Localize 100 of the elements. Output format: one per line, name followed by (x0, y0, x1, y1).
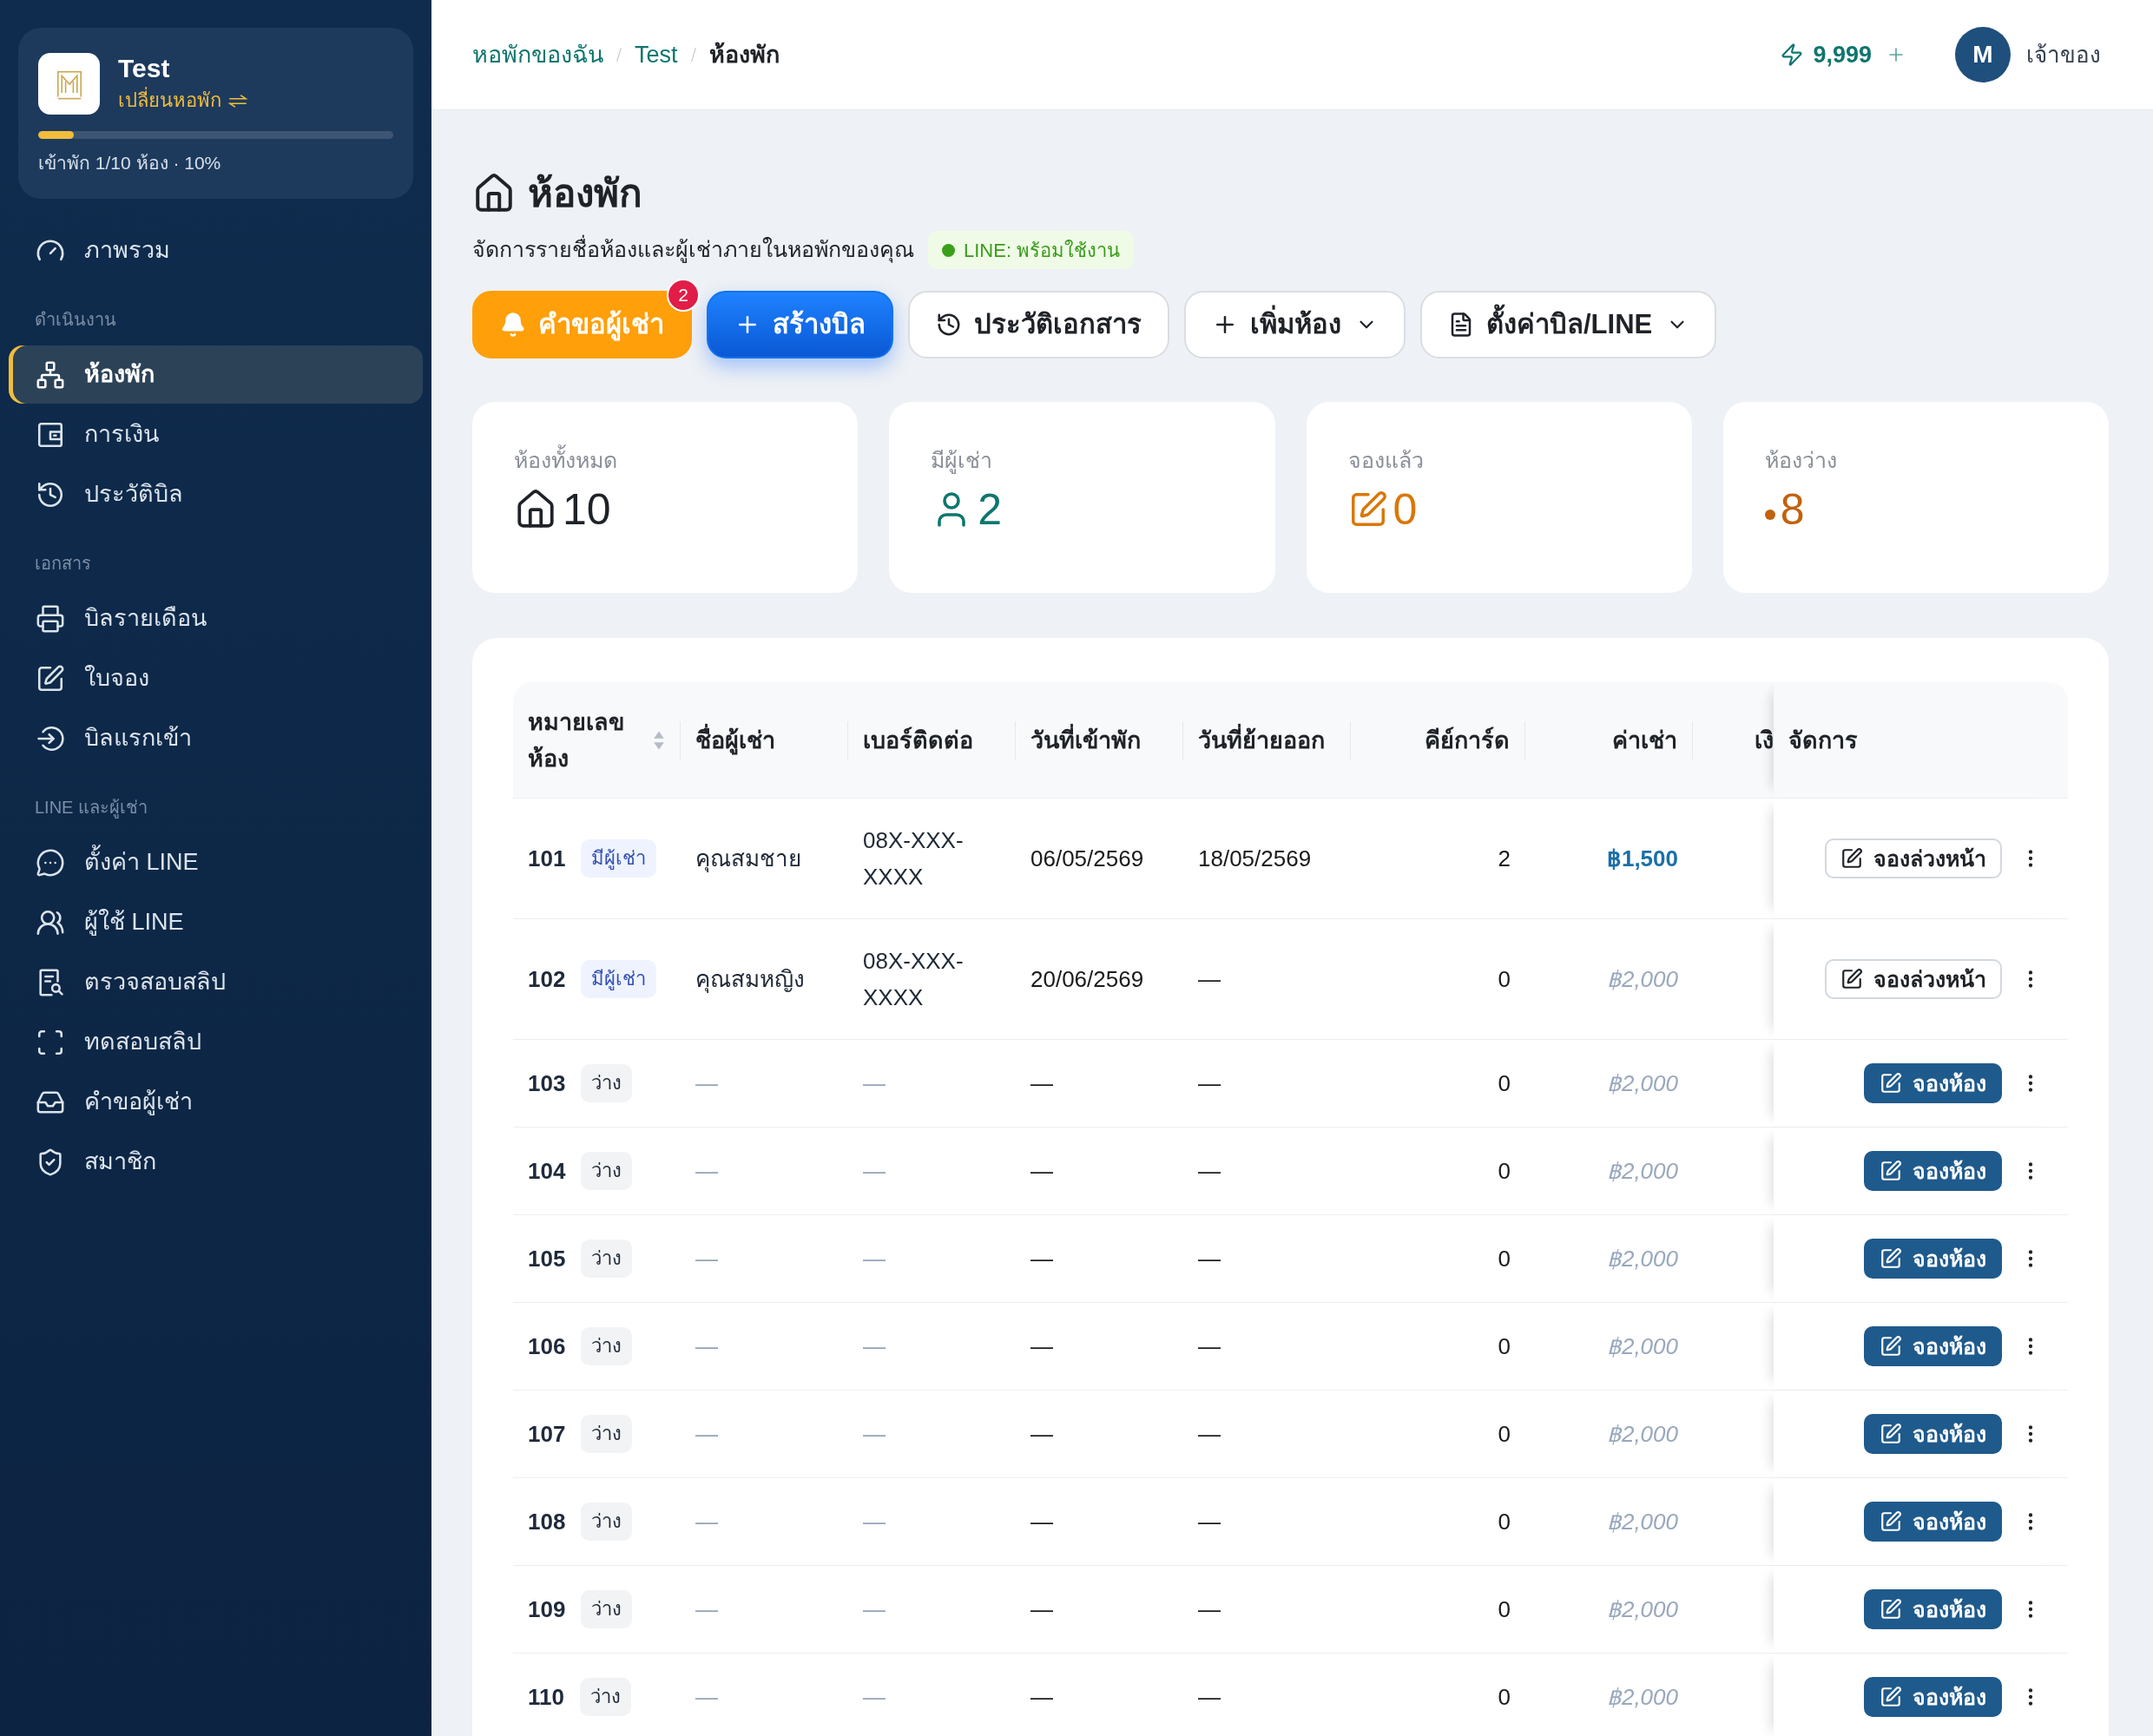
rent-amount: ฿2,000 (1606, 1420, 1678, 1449)
booking-button[interactable]: จองล่วงหน้า (1825, 959, 2002, 999)
pen-square-icon (36, 663, 65, 694)
check-in-date: 06/05/2569 (1030, 845, 1144, 873)
keycard-count: 0 (1498, 1595, 1511, 1624)
pen-square-icon (1840, 847, 1863, 870)
check-out-date: — (1198, 1157, 1221, 1186)
tenant-name: — (695, 1420, 718, 1449)
check-out-date: — (1198, 1069, 1221, 1098)
check-out-date: — (1198, 1683, 1221, 1712)
keycard-count: 2 (1498, 845, 1511, 873)
rent-amount: ฿2,000 (1606, 1157, 1678, 1186)
user-avatar[interactable]: M (1955, 27, 2011, 82)
rent-amount: ฿2,000 (1606, 1332, 1678, 1361)
line-status-badge: LINE: พร้อมใช้งาน (928, 231, 1135, 269)
nav-item[interactable]: การเงิน (9, 405, 423, 464)
nav-item[interactable]: ใบจอง (9, 649, 423, 707)
column-header: ค่าเช่า (1612, 726, 1677, 755)
stat-label: มีผู้เช่า (931, 447, 994, 476)
phone-number: — (863, 1683, 886, 1712)
phone-number: — (863, 1508, 886, 1536)
swap-icon (228, 94, 247, 108)
occupancy-text: เข้าพัก 1/10 ห้อง · 10% (38, 152, 222, 174)
history-icon (936, 312, 962, 338)
room-number: 109 (528, 1595, 566, 1624)
check-in-date: — (1030, 1420, 1053, 1449)
check-in-date: 20/06/2569 (1030, 965, 1144, 994)
room-number: 110 (528, 1683, 564, 1712)
keycard-count: 0 (1498, 1420, 1511, 1449)
keycard-count: 0 (1498, 1069, 1511, 1098)
booking-button[interactable]: จองห้อง (1864, 1151, 2002, 1191)
booking-button[interactable]: จองห้อง (1864, 1063, 2002, 1103)
status-tag: ว่าง (581, 1240, 633, 1278)
status-tag: ว่าง (579, 1678, 631, 1716)
check-out-date: — (1198, 1595, 1221, 1624)
stat-value: 8 (1780, 487, 1805, 532)
switch-property-link[interactable]: เปลี่ยนหอพัก (118, 86, 247, 115)
stat-label: จองแล้ว (1347, 447, 1425, 474)
status-tag: ว่าง (581, 1327, 633, 1365)
tenant-name: — (695, 1595, 718, 1624)
nav-item[interactable]: ผู้ใช้ LINE (9, 893, 423, 951)
property-name: Test (118, 53, 171, 84)
room-number: 101 (528, 845, 566, 873)
pen-square-icon (1880, 1247, 1902, 1270)
booking-button[interactable]: จองห้อง (1864, 1239, 2002, 1279)
check-in-date: — (1030, 1683, 1053, 1712)
keycard-count: 0 (1498, 1508, 1511, 1536)
status-tag: ว่าง (581, 1064, 633, 1102)
tenant-name: — (695, 1157, 718, 1186)
booking-button[interactable]: จองห้อง (1864, 1502, 2002, 1542)
toolbar-button[interactable]: ตั้งค่าบิล/LINE (1420, 291, 1717, 358)
status-tag: มีผู้เช่า (581, 960, 657, 998)
toolbar-button[interactable]: ประวัติเอกสาร (908, 291, 1169, 358)
rent-amount: ฿1,500 (1606, 845, 1678, 873)
check-out-date: — (1198, 1508, 1221, 1536)
breadcrumb-link[interactable]: Test (635, 36, 678, 73)
pen-square-icon (1880, 1160, 1902, 1182)
check-out-date: — (1198, 1332, 1221, 1361)
status-tag: ว่าง (581, 1503, 633, 1541)
nav-item[interactable]: ภาพรวม (9, 221, 423, 279)
status-tag: ว่าง (581, 1152, 633, 1190)
rent-amount: ฿2,000 (1606, 1683, 1678, 1712)
check-in-date: — (1030, 1508, 1053, 1536)
bell-icon (500, 312, 526, 338)
keycard-count: 0 (1498, 1332, 1511, 1361)
booking-button[interactable]: จองห้อง (1864, 1326, 2002, 1366)
nav-item[interactable]: สมาชิก (9, 1133, 423, 1191)
room-number: 106 (528, 1332, 566, 1361)
status-tag: มีผู้เช่า (581, 839, 657, 878)
phone-number: — (863, 1595, 886, 1624)
check-out-date: 18/05/2569 (1198, 845, 1312, 873)
toolbar-button[interactable]: เพิ่มห้อง (1184, 291, 1406, 358)
nav-item[interactable]: ตั้งค่า LINE (9, 833, 423, 891)
check-in-date: — (1030, 1245, 1053, 1273)
section-heading: เอกสาร (34, 553, 92, 575)
nav-item[interactable]: บิลแรกเข้า (9, 709, 423, 767)
nav-item[interactable]: ประวัติบิล (9, 465, 423, 523)
stat-label: ห้องทั้งหมด (514, 444, 817, 477)
nav-item[interactable]: ทดสอบสลิป (9, 1013, 423, 1071)
nav-item[interactable]: คำขอผู้เช่า (9, 1073, 423, 1131)
stat-value: 2 (978, 487, 1003, 532)
column-header: จัดการ (1788, 726, 1858, 755)
nav-item[interactable]: บิลรายเดือน (9, 589, 423, 648)
nav-item[interactable]: ตรวจสอบสลิป (9, 953, 423, 1011)
toolbar-button[interactable]: สร้างบิล (707, 291, 893, 358)
room-number: 102 (528, 965, 566, 994)
nav-item[interactable]: ห้องพัก (9, 345, 423, 404)
breadcrumb-current[interactable]: ห้องพัก (708, 36, 780, 73)
tenant-name: — (695, 1069, 718, 1098)
booking-button[interactable]: จองห้อง (1864, 1677, 2002, 1717)
column-header: เงิ (1755, 726, 1774, 755)
booking-button[interactable]: จองห้อง (1864, 1589, 2002, 1629)
stat-value: 0 (1393, 487, 1418, 532)
pen-square-icon (1880, 1423, 1902, 1445)
booking-button[interactable]: จองล่วงหน้า (1825, 838, 2002, 878)
check-in-date: — (1030, 1069, 1053, 1098)
column-header: วันที่เข้าพัก (1030, 721, 1141, 759)
breadcrumb-link[interactable]: หอพักของฉัน (472, 36, 603, 73)
tenant-name: คุณสมชาย (695, 845, 801, 874)
booking-button[interactable]: จองห้อง (1864, 1414, 2002, 1454)
